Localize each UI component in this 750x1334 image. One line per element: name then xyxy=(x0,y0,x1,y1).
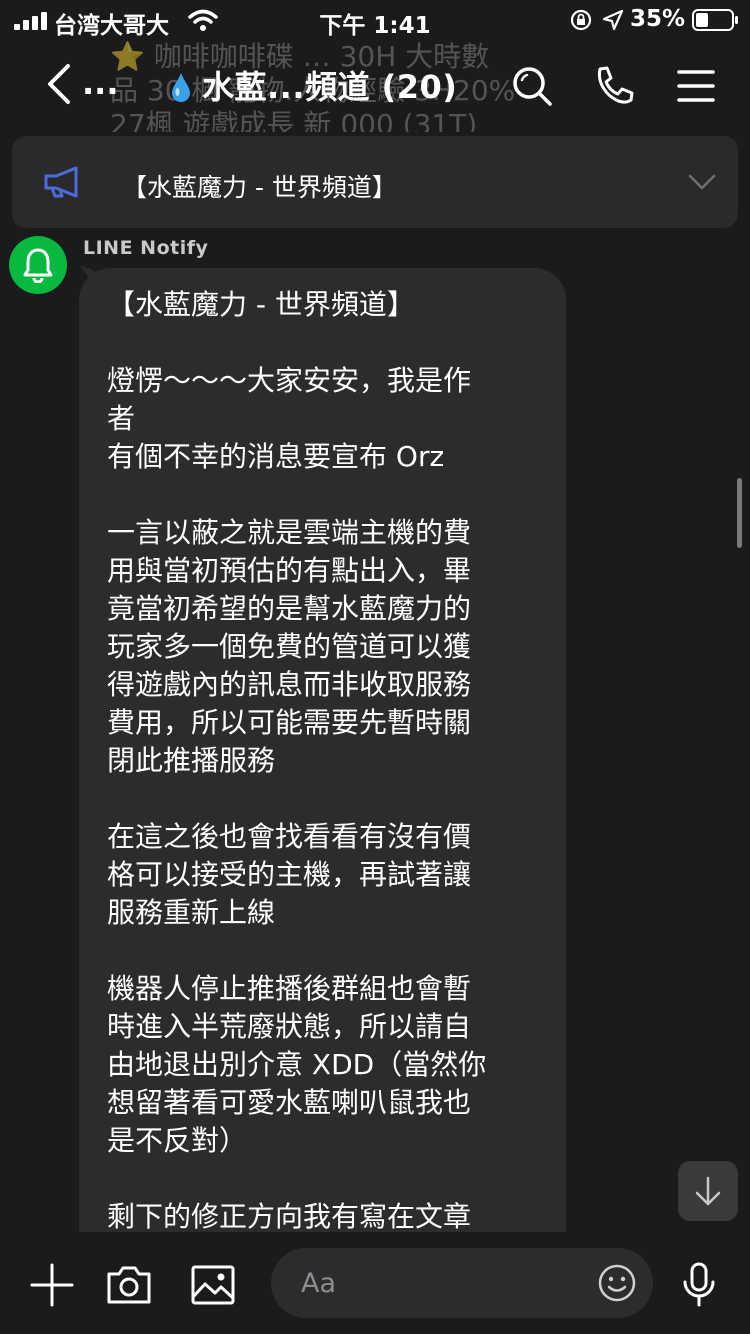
arrow-down-icon xyxy=(695,1176,721,1206)
message-line: 閉此推播服務 xyxy=(107,744,276,777)
message-line: 在這之後也會找看看有沒有價 xyxy=(107,820,472,853)
message-line: 者 xyxy=(107,402,136,435)
message-input[interactable]: Aa xyxy=(271,1248,653,1318)
chat-title-button[interactable]: 水藍...頻道 (20) xyxy=(170,62,457,110)
message-line: 機器人停止推播後群組也會暫 xyxy=(107,972,472,1005)
battery-icon xyxy=(692,9,738,31)
message-line: 玩家多一個免費的管道可以獲 xyxy=(107,630,472,663)
search-icon[interactable] xyxy=(510,64,554,108)
image-icon[interactable] xyxy=(190,1262,236,1308)
chevron-down-icon[interactable] xyxy=(688,172,716,192)
message-line: 費用，所以可能需要先暫時關 xyxy=(107,706,472,739)
message-paragraph: 【水藍魔力 - 世界頻道】 xyxy=(107,286,557,324)
composer-bar: Aa xyxy=(0,1232,750,1334)
message-paragraph: 剩下的修正方向我有寫在文章 xyxy=(107,1198,557,1236)
message-line: 【水藍魔力 - 世界頻道】 xyxy=(107,288,415,321)
message-line: 得遊戲內的訊息而非收取服務 xyxy=(107,668,472,701)
megaphone-icon xyxy=(44,166,78,198)
message-line: 是不反對） xyxy=(107,1124,248,1157)
back-button[interactable]: ... xyxy=(36,60,126,110)
message-line: 時進入半荒廢狀態，所以請自 xyxy=(107,1010,472,1043)
scroll-to-bottom-button[interactable] xyxy=(678,1161,738,1221)
message-line: 剩下的修正方向我有寫在文章 xyxy=(107,1200,472,1233)
message-line: 用與當初預估的有點出入，畢 xyxy=(107,554,472,587)
scrollbar[interactable] xyxy=(737,478,742,548)
bell-icon xyxy=(23,248,53,283)
microphone-icon[interactable] xyxy=(676,1262,722,1308)
sender-name: LINE Notify xyxy=(83,237,209,259)
chat-title: 水藍...頻道 (20) xyxy=(202,68,458,106)
orientation-lock-icon xyxy=(570,9,592,31)
announcement-text: 【水藍魔力 - 世界頻道】 xyxy=(122,173,397,202)
message-line: 竟當初希望的是幫水藍魔力的 xyxy=(107,592,472,625)
message-paragraph: 一言以蔽之就是雲端主機的費 用與當初預估的有點出入，畢 竟當初希望的是幫水藍魔力的玩… xyxy=(107,514,557,780)
message-line: 由地退出別介意 XDD（當然你 xyxy=(107,1048,487,1081)
menu-icon[interactable] xyxy=(674,64,718,108)
message-paragraph: 在這之後也會找看看有沒有價 格可以接受的主機，再試著讓 服務重新上線 xyxy=(107,818,557,932)
phone-icon[interactable] xyxy=(592,64,636,108)
water-drop-icon xyxy=(172,73,190,102)
location-icon xyxy=(602,9,624,31)
message-line: 格可以接受的主機，再試著讓 xyxy=(107,858,472,891)
message-line: 想留著看可愛水藍喇叭鼠我也 xyxy=(107,1086,472,1119)
emoji-icon[interactable] xyxy=(597,1263,637,1303)
plus-icon[interactable] xyxy=(29,1262,75,1308)
message-input-placeholder: Aa xyxy=(301,1268,337,1299)
back-chevron-icon xyxy=(48,64,70,104)
message-line: 燈愣～～～大家安安，我是作 xyxy=(107,364,472,397)
message-line: 服務重新上線 xyxy=(107,896,276,929)
message-paragraph: 機器人停止推播後群組也會暫 時進入半荒廢狀態，所以請自 由地退出別介意 XDD（當然… xyxy=(107,970,557,1160)
message-line: 一言以蔽之就是雲端主機的費 xyxy=(107,516,472,549)
message-paragraph: 燈愣～～～大家安安，我是作者有個不幸的消息要宣布 Orz xyxy=(107,362,557,476)
message-line: 有個不幸的消息要宣布 Orz xyxy=(107,440,445,473)
status-bar: 台湾大哥大 下午 1:41 35% xyxy=(0,0,750,40)
battery-percent: 35% xyxy=(630,6,686,32)
back-label: ... xyxy=(82,64,119,102)
camera-icon[interactable] xyxy=(106,1262,152,1308)
chat-header: ... 水藍...頻道 (20) xyxy=(0,40,750,132)
message-text: 【水藍魔力 - 世界頻道】燈愣～～～大家安安，我是作者有個不幸的消息要宣布 Or… xyxy=(107,286,557,1274)
announcement-bar[interactable]: 【水藍魔力 - 世界頻道】 xyxy=(12,136,738,228)
avatar[interactable] xyxy=(9,236,67,294)
